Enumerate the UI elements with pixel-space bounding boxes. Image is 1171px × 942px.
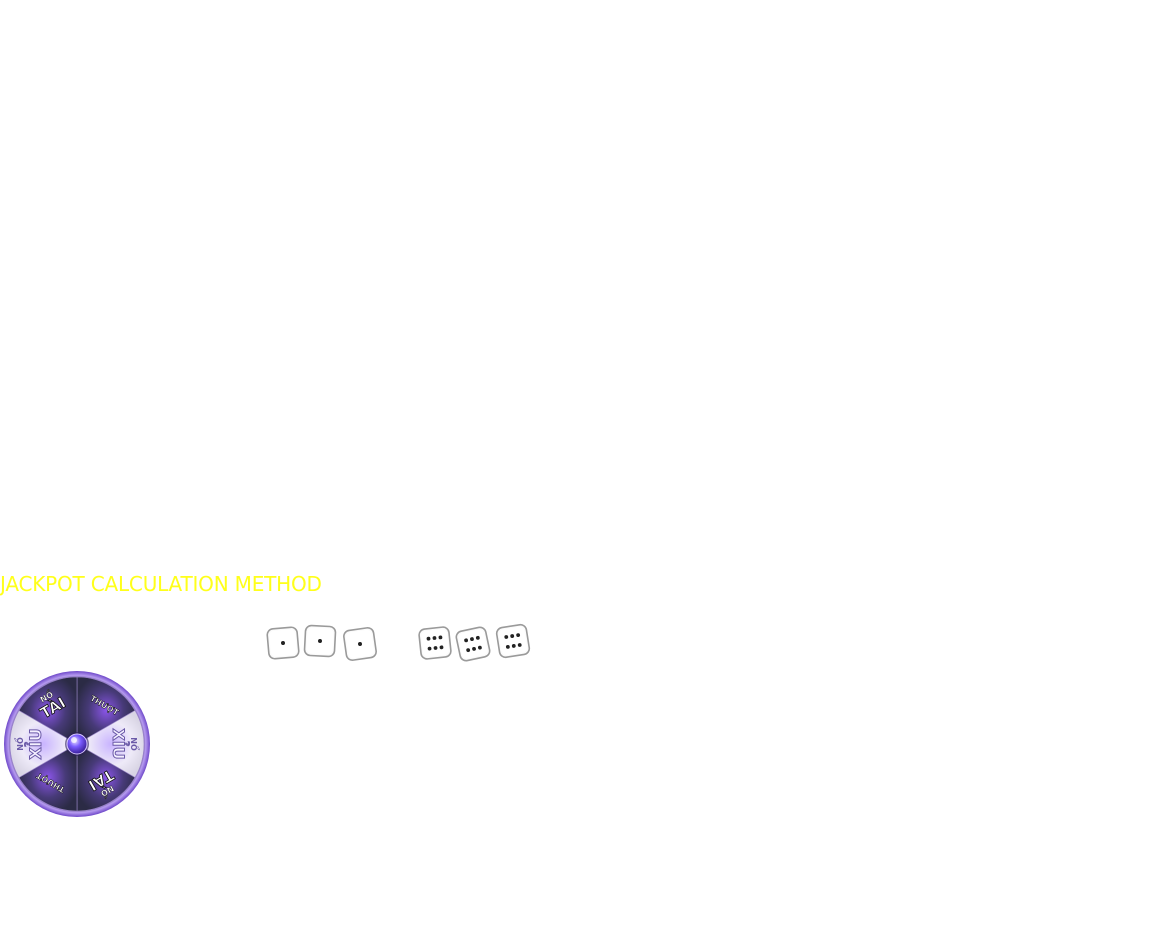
die-one-icon: [302, 623, 338, 659]
wheel-segment-label: XỈU: [109, 728, 130, 759]
die-six-icon: [453, 624, 493, 664]
jackpot-method-title: JACKPOT CALCULATION METHOD: [0, 572, 322, 596]
wheel-hub-icon: [66, 733, 88, 755]
jackpot-wheel: NỔ TÀI THƯỢT NỔ XỈU NỔ TÀI THƯỢT NỔ XỈU: [3, 670, 151, 818]
die-six-icon: [494, 622, 533, 661]
die-one-icon: [341, 625, 379, 663]
dice-set-low: [264, 622, 380, 664]
jackpot-wheel-graphic: NỔ TÀI THƯỢT NỔ XỈU NỔ TÀI THƯỢT NỔ XỈU: [4, 671, 150, 817]
dice-set-high: [416, 622, 534, 664]
die-six-icon: [416, 624, 453, 661]
wheel-segment-label: XỈU: [24, 728, 45, 759]
game-rules-page: JACKPOT CALCULATION METHOD NỔ TÀI THƯỢT …: [0, 0, 1171, 942]
die-one-icon: [265, 625, 302, 662]
